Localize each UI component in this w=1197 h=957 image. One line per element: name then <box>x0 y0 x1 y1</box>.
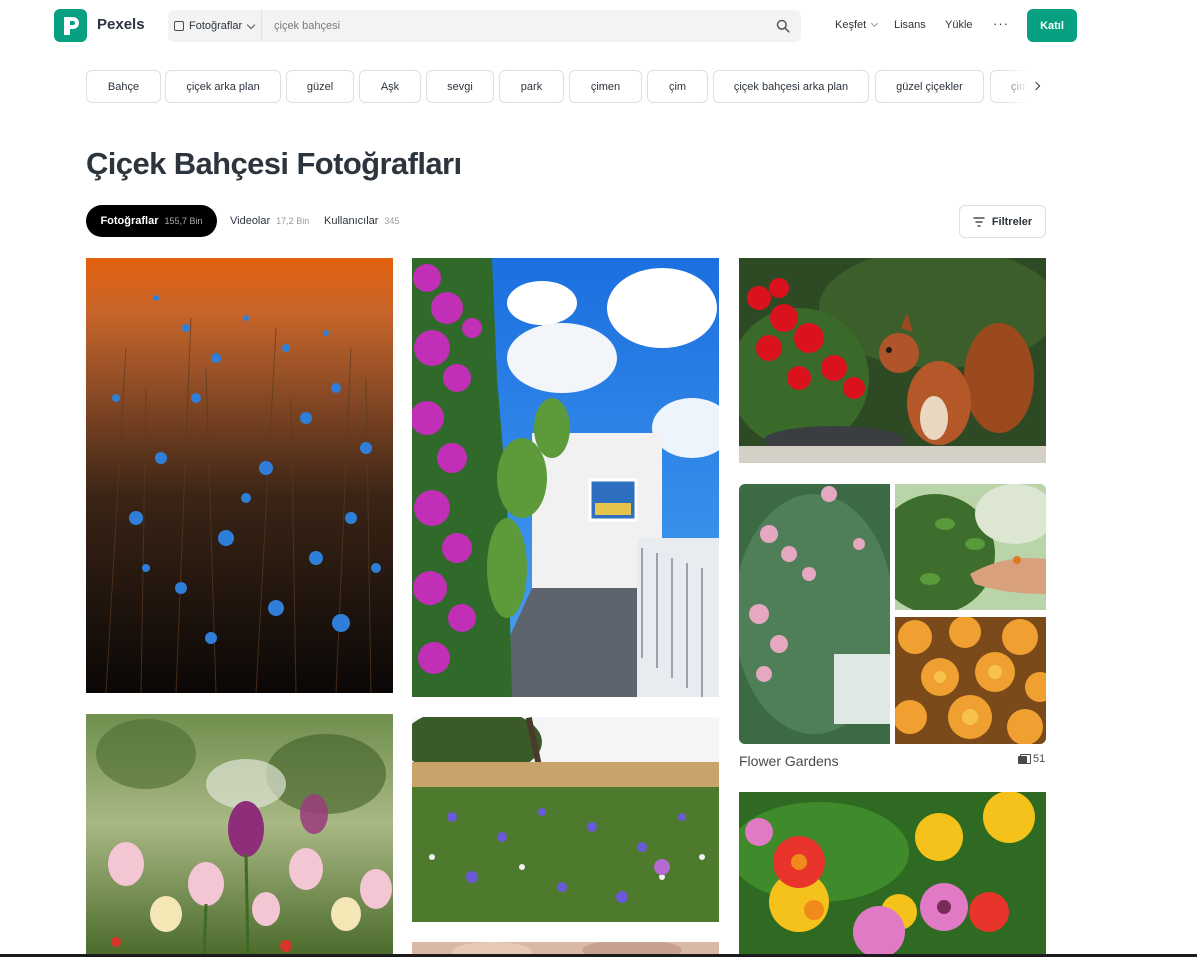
collection-count-value: 51 <box>1033 753 1046 765</box>
nav-license[interactable]: Lisans <box>894 19 926 31</box>
nav-explore[interactable]: Keşfet <box>835 19 879 31</box>
photo-bougainvillea-terrace[interactable] <box>412 258 719 697</box>
join-button[interactable]: Katıl <box>1027 9 1077 42</box>
tab-users[interactable]: Kullanıcılar 345 <box>324 205 399 237</box>
nav-explore-label: Keşfet <box>835 19 867 31</box>
tab-videos-count: 17,2 Bin <box>276 216 310 226</box>
search-bar: Fotoğraflar <box>168 10 801 42</box>
tab-photos-count: 155,7 Bin <box>164 216 203 226</box>
chip-cimen[interactable]: çimen <box>569 70 642 103</box>
top-navigation-bar: Pexels Fotoğraflar Keşfet Lisans Yükle ·… <box>0 0 1197 52</box>
tab-videos[interactable]: Videolar 17,2 Bin <box>230 205 309 237</box>
nav-upload[interactable]: Yükle <box>945 19 973 31</box>
photo-blue-wildflowers[interactable] <box>86 258 393 693</box>
image-icon <box>174 21 184 31</box>
collection-count: 51 <box>1018 753 1045 765</box>
pexels-logo-icon[interactable] <box>54 9 87 42</box>
collection-photo-pink-flowers[interactable] <box>739 484 890 744</box>
related-searches: Bahçe çiçek arka plan güzel Aşk sevgi pa… <box>86 70 1046 103</box>
chip-park[interactable]: park <box>499 70 564 103</box>
chip-guzel-cicekler[interactable]: güzel çiçekler <box>875 70 984 103</box>
collection-photo-hand-plant[interactable] <box>895 484 1046 610</box>
tab-photos[interactable]: Fotoğraflar 155,7 Bin <box>86 205 217 237</box>
chip-cicek-bahcesi-arka-plan[interactable]: çiçek bahçesi arka plan <box>713 70 869 103</box>
photo-wildflower-meadow[interactable] <box>412 717 719 922</box>
filters-button[interactable]: Filtreler <box>959 205 1046 238</box>
chip-bahce[interactable]: Bahçe <box>86 70 161 103</box>
more-menu-icon[interactable]: ··· <box>993 17 1009 30</box>
photo-squirrel-flowers[interactable] <box>739 258 1046 463</box>
collection-photo-orange-daisies[interactable] <box>895 617 1046 744</box>
chip-cim[interactable]: çim <box>647 70 708 103</box>
filters-label: Filtreler <box>991 215 1033 228</box>
tab-photos-label: Fotoğraflar <box>100 215 159 227</box>
search-button[interactable] <box>773 16 793 36</box>
page-title: Çiçek Bahçesi Fotoğrafları <box>86 146 462 181</box>
tab-users-label: Kullanıcılar <box>324 215 379 227</box>
chevron-down-icon <box>246 20 256 29</box>
tab-videos-label: Videolar <box>230 215 271 227</box>
chevron-down-icon <box>871 19 879 28</box>
collection-stack-icon <box>1018 754 1031 764</box>
chips-next-arrow-icon[interactable] <box>1029 78 1045 94</box>
chip-sevgi[interactable]: sevgi <box>426 70 494 103</box>
chip-guzel[interactable]: güzel <box>286 70 354 103</box>
tab-users-count: 345 <box>384 216 400 226</box>
chip-ask[interactable]: Aşk <box>359 70 421 103</box>
photo-tulips[interactable] <box>86 714 393 957</box>
filter-icon <box>973 216 985 227</box>
photo-colorful-daisies[interactable] <box>739 792 1046 957</box>
search-type-dropdown[interactable]: Fotoğraflar <box>168 10 262 42</box>
collection-title[interactable]: Flower Gardens <box>739 753 839 769</box>
search-icon <box>776 19 790 33</box>
chip-cicek-arka-plan[interactable]: çiçek arka plan <box>165 70 281 103</box>
brand-name[interactable]: Pexels <box>97 16 145 33</box>
search-input[interactable] <box>274 10 754 42</box>
search-type-label: Fotoğraflar <box>189 20 243 32</box>
